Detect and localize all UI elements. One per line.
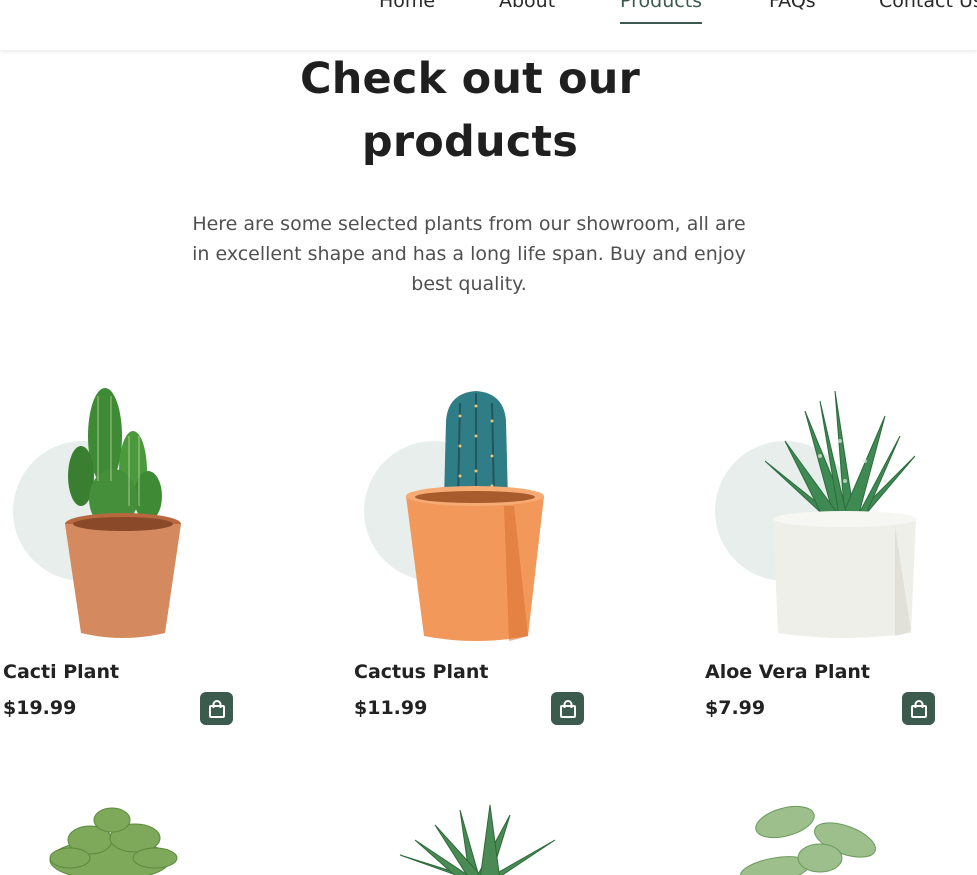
- shopping-bag-icon: [559, 699, 576, 718]
- add-to-cart-button[interactable]: [902, 692, 935, 725]
- product-price: $7.99: [705, 697, 766, 719]
- cacti-plant-image: [65, 388, 181, 638]
- nav-contact[interactable]: Contact Us: [879, 0, 977, 15]
- product-card-aloe-vera[interactable]: Aloe Vera Plant $7.99: [705, 381, 977, 741]
- product-name: Cacti Plant: [3, 661, 120, 683]
- nav-about[interactable]: About: [499, 0, 555, 15]
- shopping-bag-icon: [910, 699, 927, 718]
- section-title-line2: products: [361, 117, 579, 167]
- nav-products[interactable]: Products: [620, 0, 703, 24]
- product-card-cactus[interactable]: Cactus Plant $11.99: [354, 381, 654, 741]
- nav-home[interactable]: Home: [379, 0, 435, 15]
- aloe-vera-plant-image: [764, 390, 917, 638]
- add-to-cart-button[interactable]: [200, 692, 233, 725]
- nav-active-underline: [620, 22, 703, 24]
- leafy-plant-image: [739, 805, 876, 875]
- section-subtitle: Here are some selected plants from our s…: [192, 213, 746, 295]
- nav-products-label: Products: [620, 0, 703, 12]
- add-to-cart-button[interactable]: [551, 692, 584, 725]
- nav-faqs[interactable]: FAQs: [769, 0, 816, 15]
- products-page: Home About Products FAQs Contact Us Chec…: [0, 0, 977, 875]
- navbar: Home About Products FAQs Contact Us: [0, 0, 977, 50]
- product-card-cacti[interactable]: Cacti Plant $19.99: [3, 381, 303, 741]
- shopping-bag-icon: [208, 699, 225, 718]
- cactus-plant-image: [406, 391, 544, 641]
- succulent-plant-image: [49, 807, 178, 875]
- section-title: Check out our products: [0, 48, 940, 174]
- product-price: $19.99: [3, 697, 77, 719]
- product-name: Aloe Vera Plant: [705, 661, 870, 683]
- product-name: Cactus Plant: [354, 661, 489, 683]
- haworthia-plant-image: [399, 804, 556, 875]
- product-price: $11.99: [354, 697, 428, 719]
- section-title-line1: Check out our: [299, 54, 641, 104]
